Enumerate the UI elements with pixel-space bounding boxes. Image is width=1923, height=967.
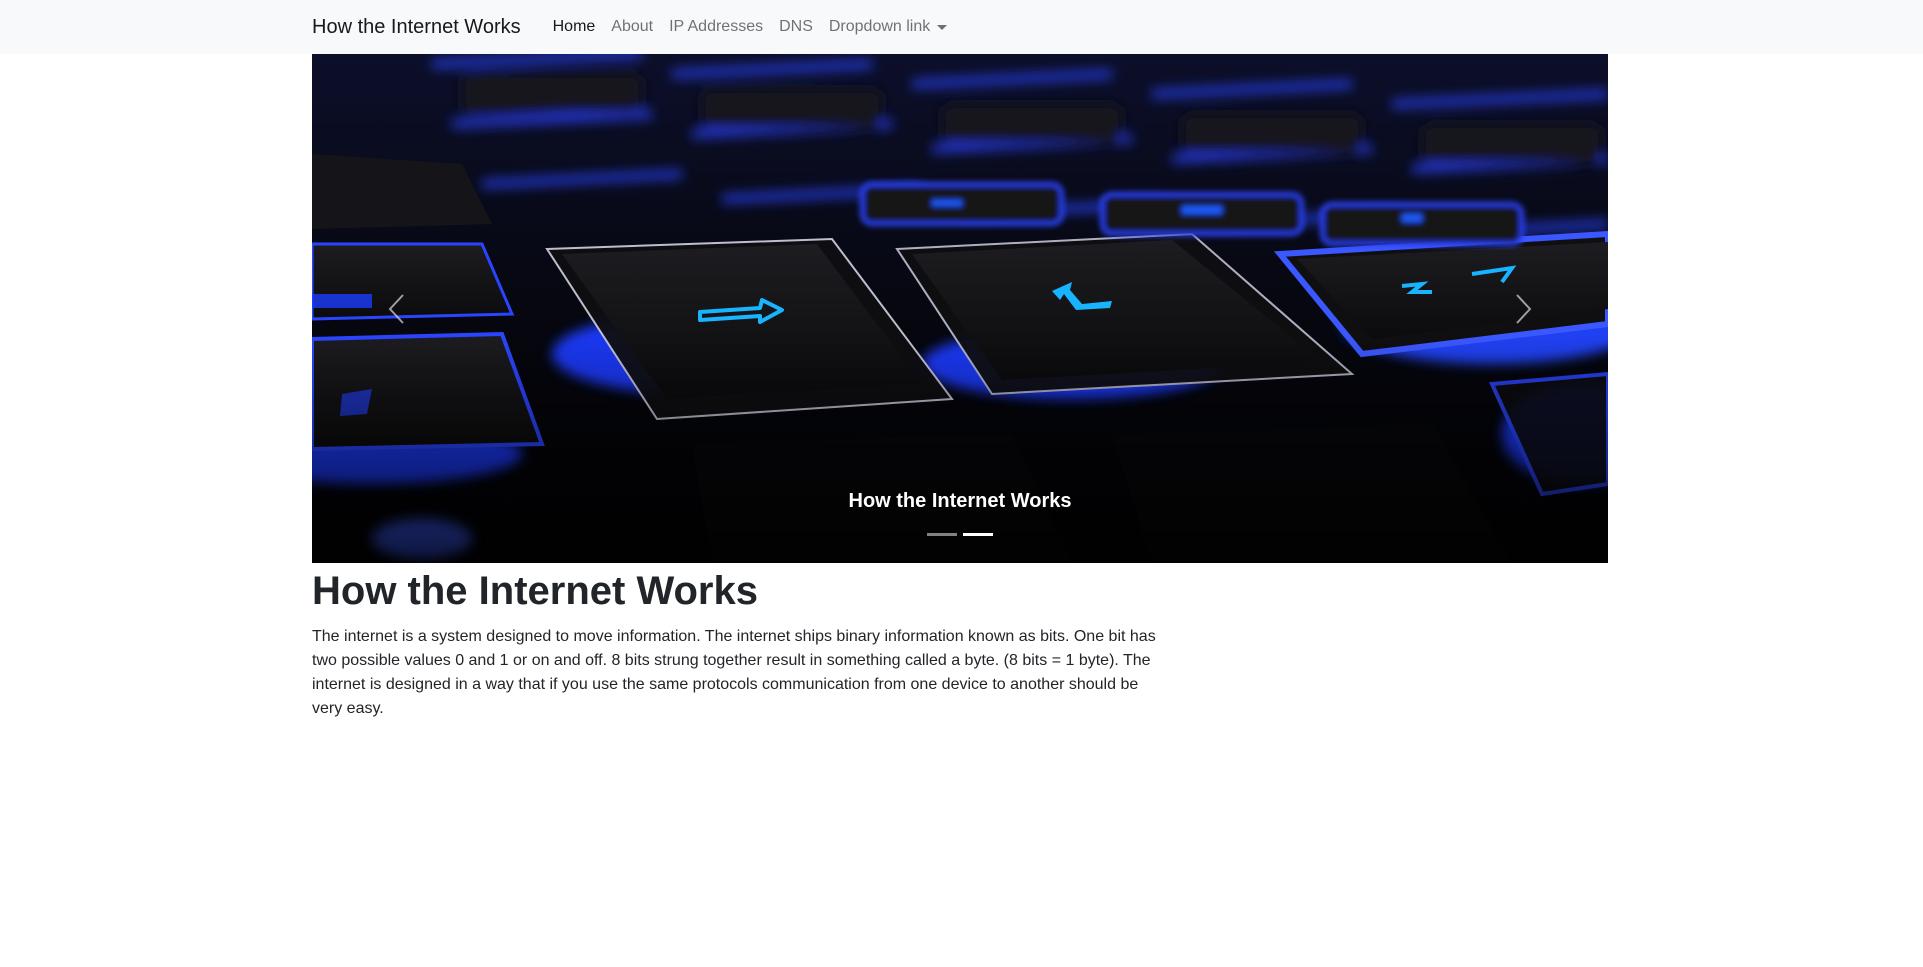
nav-dropdown-toggle[interactable]: Dropdown link [821, 18, 955, 36]
carousel-indicator-2[interactable] [963, 533, 993, 536]
nav-link-ip-addresses[interactable]: IP Addresses [661, 18, 771, 36]
carousel-prev-button[interactable] [312, 54, 482, 563]
main-content: How the Internet Works The internet is a… [312, 563, 1172, 721]
page-heading: How the Internet Works [312, 569, 758, 613]
intro-paragraph: The internet is a system designed to mov… [312, 628, 1156, 717]
carousel-caption: How the Internet Works [848, 490, 1072, 512]
navbar-inner: How the Internet Works Home About IP Add… [312, 0, 955, 54]
carousel-indicator-1[interactable] [927, 533, 957, 536]
nav-dropdown-label: Dropdown link [828, 18, 931, 35]
carousel: How the Internet Works [312, 54, 1608, 563]
nav-link-about[interactable]: About [603, 18, 661, 36]
nav-link-dns[interactable]: DNS [771, 18, 821, 36]
navbar: How the Internet Works Home About IP Add… [0, 0, 1923, 54]
navbar-brand[interactable]: How the Internet Works [312, 16, 521, 39]
carousel-indicators [312, 533, 1608, 536]
caret-down-icon [937, 24, 948, 30]
carousel-next-button[interactable] [1438, 54, 1608, 563]
nav-link-home[interactable]: Home [545, 18, 604, 36]
chevron-left-icon [388, 293, 404, 324]
nav-links: Home About IP Addresses DNS Dropdown lin… [545, 18, 956, 36]
chevron-right-icon [1516, 293, 1532, 324]
keyboard-backlit-image [312, 54, 1608, 563]
